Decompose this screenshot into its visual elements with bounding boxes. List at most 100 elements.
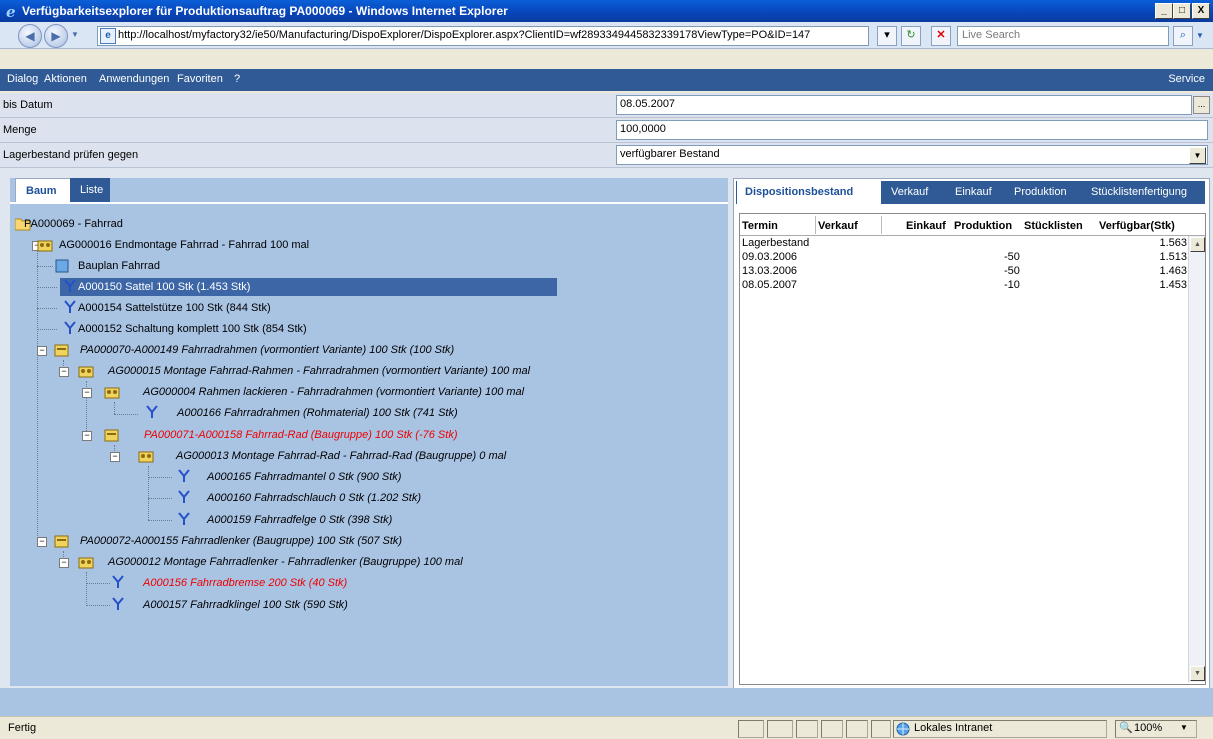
minimize-button[interactable]: _ [1155,3,1173,19]
menu-service[interactable]: Service [1168,73,1205,85]
item-icon [178,469,190,482]
table-row[interactable]: 13.03.2006 -50 1.463 [740,265,1187,279]
stock-value: verfügbarer Bestand [620,148,720,160]
tab-dispositionsbestand[interactable]: Dispositionsbestand [737,181,881,204]
scroll-down-icon[interactable]: ▼ [1190,666,1205,681]
tree-node-label: A000156 Fahrradbremse 200 Stk (40 Stk) [143,577,348,589]
tab-stuecklistenfertigung[interactable]: Stücklistenfertigung [1083,181,1195,204]
collapse-toggle-icon[interactable]: − [59,558,69,568]
app-menu-bar: Dialog Aktionen Anwendungen Favoriten ? … [0,69,1213,91]
search-options-icon[interactable]: ▼ [1196,31,1204,40]
grid-scrollbar[interactable]: ▲ ▼ [1188,236,1205,682]
back-icon[interactable]: ◀ [18,24,42,48]
tree-node[interactable]: AG000004 Rahmen lackieren - Fahrradrahme… [104,383,704,401]
tree-node[interactable]: A000152 Schaltung komplett 100 Stk (854 … [60,320,460,338]
col-verkauf[interactable]: Verkauf [818,220,858,232]
tree-node[interactable]: AG000015 Montage Fahrrad-Rahmen - Fahrra… [78,362,678,380]
chevron-down-icon[interactable]: ▼ [1189,147,1206,164]
address-bar: ◀ ▶ ▼ e http://localhost/myfactory32/ie5… [0,22,1213,49]
search-input[interactable]: Live Search [957,26,1169,46]
scroll-up-icon[interactable]: ▲ [1190,237,1205,252]
date-row: bis Datum 08.05.2007 ... [0,93,1213,118]
tab-einkauf[interactable]: Einkauf [947,181,1000,204]
col-termin[interactable]: Termin [742,220,778,232]
operation-icon [37,240,53,252]
tree-line [37,308,57,309]
tree-node[interactable]: A000154 Sattelstütze 100 Stk (844 Stk) [60,299,460,317]
history-dropdown-icon[interactable]: ▼ [71,30,79,39]
table-row[interactable]: 08.05.2007 -10 1.453 [740,279,1187,293]
col-produktion[interactable]: Produktion [954,220,1012,232]
tree-node-label: AG000015 Montage Fahrrad-Rahmen - Fahrra… [108,365,531,377]
collapse-toggle-icon[interactable]: − [37,346,47,356]
tree-node[interactable]: A000166 Fahrradrahmen (Rohmaterial) 100 … [144,404,644,422]
tree-node[interactable]: AG000012 Montage Fahrradlenker - Fahrrad… [78,553,578,571]
tab-liste[interactable]: Liste [70,178,110,202]
tree-node[interactable]: Bauplan Fahrrad [54,257,354,275]
zoom-dropdown-icon[interactable]: ▼ [1180,723,1188,732]
tab-produktion[interactable]: Produktion [1006,181,1075,204]
tree-node-label: AG000012 Montage Fahrradlenker - Fahrrad… [108,556,463,568]
tree-line [86,583,110,584]
collapse-toggle-icon[interactable]: − [37,537,47,547]
tree-line [86,572,87,606]
zoom-control[interactable]: 🔍 100% ▼ [1115,720,1197,738]
menu-aktionen[interactable]: Aktionen [44,73,87,85]
tree-node[interactable]: PA000070-A000149 Fahrradrahmen (vormonti… [54,341,654,359]
refresh-icon[interactable]: ↻ [901,26,921,46]
search-icon[interactable]: ⌕ [1173,26,1193,46]
tree-node-shortage[interactable]: A000156 Fahrradbremse 200 Stk (40 Stk) [110,574,510,592]
collapse-toggle-icon[interactable]: − [59,367,69,377]
col-stuecklisten[interactable]: Stücklisten [1024,220,1083,232]
tree-node[interactable]: A000157 Fahrradklingel 100 Stk (590 Stk) [110,596,510,614]
operation-icon [78,557,94,569]
tree-node-label: AG000016 Endmontage Fahrrad - Fahrrad 10… [59,239,310,251]
menu-help[interactable]: ? [234,73,240,85]
tree-node-label: AG000004 Rahmen lackieren - Fahrradrahme… [143,386,525,398]
menu-favoriten[interactable]: Favoriten [177,73,223,85]
collapse-toggle-icon[interactable]: − [82,431,92,441]
qty-field[interactable]: 100,0000 [616,120,1208,140]
tree-node[interactable]: A000165 Fahrradmantel 0 Stk (900 Stk) [176,468,576,486]
tree-node[interactable]: AG000013 Montage Fahrrad-Rad - Fahrrad-R… [138,447,638,465]
tree-node-shortage[interactable]: PA000071-A000158 Fahrrad-Rad (Baugruppe)… [104,426,604,444]
collapse-toggle-icon[interactable]: − [82,388,92,398]
tree-node-selected[interactable]: A000150 Sattel 100 Stk (1.453 Stk) [60,278,557,296]
item-icon [112,575,124,588]
stock-select[interactable]: verfügbarer Bestand ▼ [616,145,1208,165]
stop-icon[interactable]: ✕ [931,26,951,46]
zone-segment[interactable]: Lokales Intranet [893,720,1107,738]
qty-value: 100,0000 [620,123,666,135]
col-einkauf[interactable]: Einkauf [906,220,946,232]
forward-icon[interactable]: ▶ [44,24,68,48]
qty-row: Menge 100,0000 [0,118,1213,143]
table-row[interactable]: Lagerbestand 1.563 [740,237,1187,251]
url-dropdown-icon[interactable]: ▾ [877,26,897,46]
date-picker-button[interactable]: ... [1193,96,1210,114]
tree-node-label: A000166 Fahrradrahmen (Rohmaterial) 100 … [177,407,458,419]
table-row[interactable]: 09.03.2006 -50 1.513 [740,251,1187,265]
col-verfuegbar[interactable]: Verfügbar(Stk) [1099,220,1175,232]
collapse-toggle-icon[interactable]: − [110,452,120,462]
date-field[interactable]: 08.05.2007 [616,95,1192,115]
tree-node-label: PA000069 - Fahrrad [24,218,123,230]
operation-icon [104,387,120,399]
tab-underline [736,204,1205,207]
url-field[interactable]: e http://localhost/myfactory32/ie50/Manu… [97,26,869,46]
menu-dialog[interactable]: Dialog [7,73,38,85]
svg-text:e: e [6,3,16,19]
close-button[interactable]: X [1192,3,1210,19]
tree-node[interactable]: PA000072-A000155 Fahrradlenker (Baugrupp… [54,532,554,550]
tab-baum[interactable]: Baum [15,178,71,203]
tree-node-label: A000152 Schaltung komplett 100 Stk (854 … [78,323,307,335]
tree-line [148,498,172,499]
tree-node[interactable]: A000160 Fahrradschlauch 0 Stk (1.202 Stk… [176,489,576,507]
tree-node[interactable]: AG000016 Endmontage Fahrrad - Fahrrad 10… [37,236,546,254]
tree-line [148,477,172,478]
maximize-button[interactable]: □ [1173,3,1191,19]
status-segment [767,720,793,738]
tree-node[interactable]: A000159 Fahrradfelge 0 Stk (398 Stk) [176,511,576,529]
menu-anwendungen[interactable]: Anwendungen [99,73,169,85]
tree-node-root[interactable]: PA000069 - Fahrrad [15,215,415,233]
tab-verkauf[interactable]: Verkauf [883,181,937,204]
